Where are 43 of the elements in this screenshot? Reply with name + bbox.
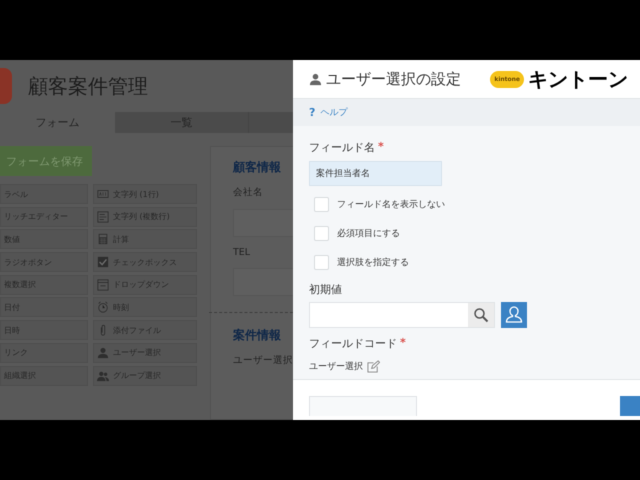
checkbox[interactable] <box>314 255 329 270</box>
dialog-title: ユーザー選択の設定 <box>326 70 461 88</box>
edit-icon[interactable] <box>367 360 380 373</box>
field-label: ユーザー選択 <box>233 354 293 367</box>
group-icon <box>97 370 109 382</box>
field-label: TEL <box>233 247 252 258</box>
field-label: 初期値 <box>309 282 343 297</box>
dropdown-icon <box>97 278 109 291</box>
clock-icon <box>97 301 109 314</box>
checkbox[interactable] <box>314 226 329 241</box>
required-mark: * <box>378 140 384 155</box>
text-field-icon <box>97 188 109 200</box>
app-title: 顧客案件管理 <box>28 72 148 100</box>
app-icon <box>0 68 12 104</box>
checkbox-option[interactable]: 選択肢を指定する <box>314 248 624 277</box>
logo-text: キントーン <box>528 66 628 92</box>
help-icon: ? <box>309 106 316 119</box>
user-icon <box>504 305 524 325</box>
field-name-input[interactable]: 案件担当者名 <box>309 161 442 186</box>
input-field[interactable] <box>233 209 293 237</box>
user-icon <box>97 346 109 359</box>
search-button[interactable] <box>468 303 494 327</box>
field-code-value: ユーザー選択 <box>309 360 363 373</box>
user-icon <box>309 72 322 86</box>
field-label: 会社名 <box>233 186 264 199</box>
search-icon <box>473 307 489 323</box>
search-field[interactable] <box>309 302 495 328</box>
checkbox-icon <box>97 256 109 268</box>
section-title: 案件情報 <box>233 327 282 344</box>
checkbox[interactable] <box>314 197 329 212</box>
text-area-icon <box>97 210 109 223</box>
required-mark: * <box>400 336 406 351</box>
field-label: フィールドコード * <box>309 336 407 351</box>
help-link[interactable]: ヘルプ <box>320 106 348 119</box>
field-label: フィールド名 * <box>309 140 385 155</box>
user-picker-button[interactable] <box>501 302 527 328</box>
footer-button[interactable] <box>309 396 417 416</box>
footer-button[interactable] <box>620 396 640 416</box>
checkbox-option[interactable]: 必須項目にする <box>314 219 624 248</box>
checkbox-option[interactable]: フィールド名を表示しない <box>314 190 624 219</box>
calculator-icon <box>97 233 109 246</box>
input-field[interactable] <box>233 268 293 296</box>
section-title: 顧客情報 <box>233 159 282 176</box>
